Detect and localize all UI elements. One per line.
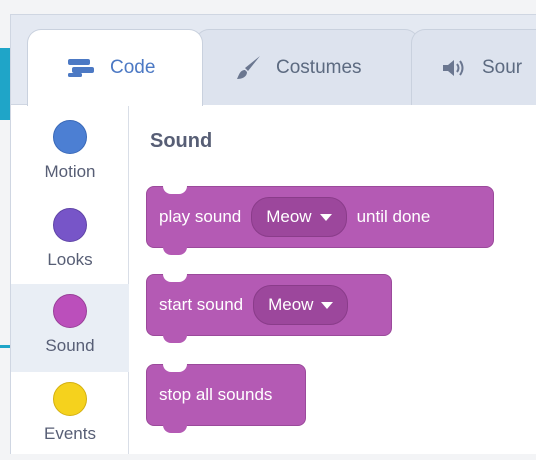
looks-dot-icon xyxy=(53,208,87,242)
category-events[interactable]: Events xyxy=(11,372,129,454)
scratch-editor: Code Costumes Sour Motion Looks Sound Ev… xyxy=(10,14,536,454)
caret-down-icon xyxy=(321,301,334,309)
block-text: start sound xyxy=(159,295,244,314)
tab-code[interactable]: Code xyxy=(27,29,203,106)
tab-sounds-label: Sour xyxy=(482,56,523,78)
tab-code-label: Code xyxy=(110,57,156,78)
category-looks[interactable]: Looks xyxy=(11,198,129,286)
tab-costumes[interactable]: Costumes xyxy=(195,29,419,105)
block-text: play sound xyxy=(159,207,242,226)
play-sound-until-done-block[interactable]: play sound Meow until done xyxy=(146,186,494,255)
category-motion-label: Motion xyxy=(44,162,96,181)
block-text: stop all sounds xyxy=(159,385,273,404)
tab-costumes-label: Costumes xyxy=(276,56,362,78)
category-menu: Motion Looks Sound Events xyxy=(11,106,129,454)
motion-dot-icon xyxy=(53,120,87,154)
stop-all-sounds-block[interactable]: stop all sounds xyxy=(146,364,306,433)
tab-bar: Code Costumes Sour xyxy=(11,15,536,106)
brush-icon xyxy=(236,55,262,81)
caret-down-icon xyxy=(319,213,332,221)
code-icon xyxy=(68,59,96,77)
sound-dot-icon xyxy=(53,294,87,328)
section-title: Sound xyxy=(150,130,213,152)
dropdown-value: Meow xyxy=(268,295,314,314)
category-events-label: Events xyxy=(44,424,96,443)
speaker-icon xyxy=(442,58,468,78)
block-palette: Sound play sound Meow until done start s… xyxy=(130,106,536,454)
category-sound[interactable]: Sound xyxy=(11,284,129,372)
category-looks-label: Looks xyxy=(47,250,93,269)
tab-sounds[interactable]: Sour xyxy=(411,29,536,105)
events-dot-icon xyxy=(53,382,87,416)
sound-dropdown[interactable]: Meow xyxy=(251,197,347,237)
category-motion[interactable]: Motion xyxy=(11,110,129,198)
sound-dropdown[interactable]: Meow xyxy=(253,285,349,325)
block-text: until done xyxy=(356,207,431,226)
dropdown-value: Meow xyxy=(266,207,312,226)
category-sound-label: Sound xyxy=(45,336,95,355)
start-sound-block[interactable]: start sound Meow xyxy=(146,274,392,343)
